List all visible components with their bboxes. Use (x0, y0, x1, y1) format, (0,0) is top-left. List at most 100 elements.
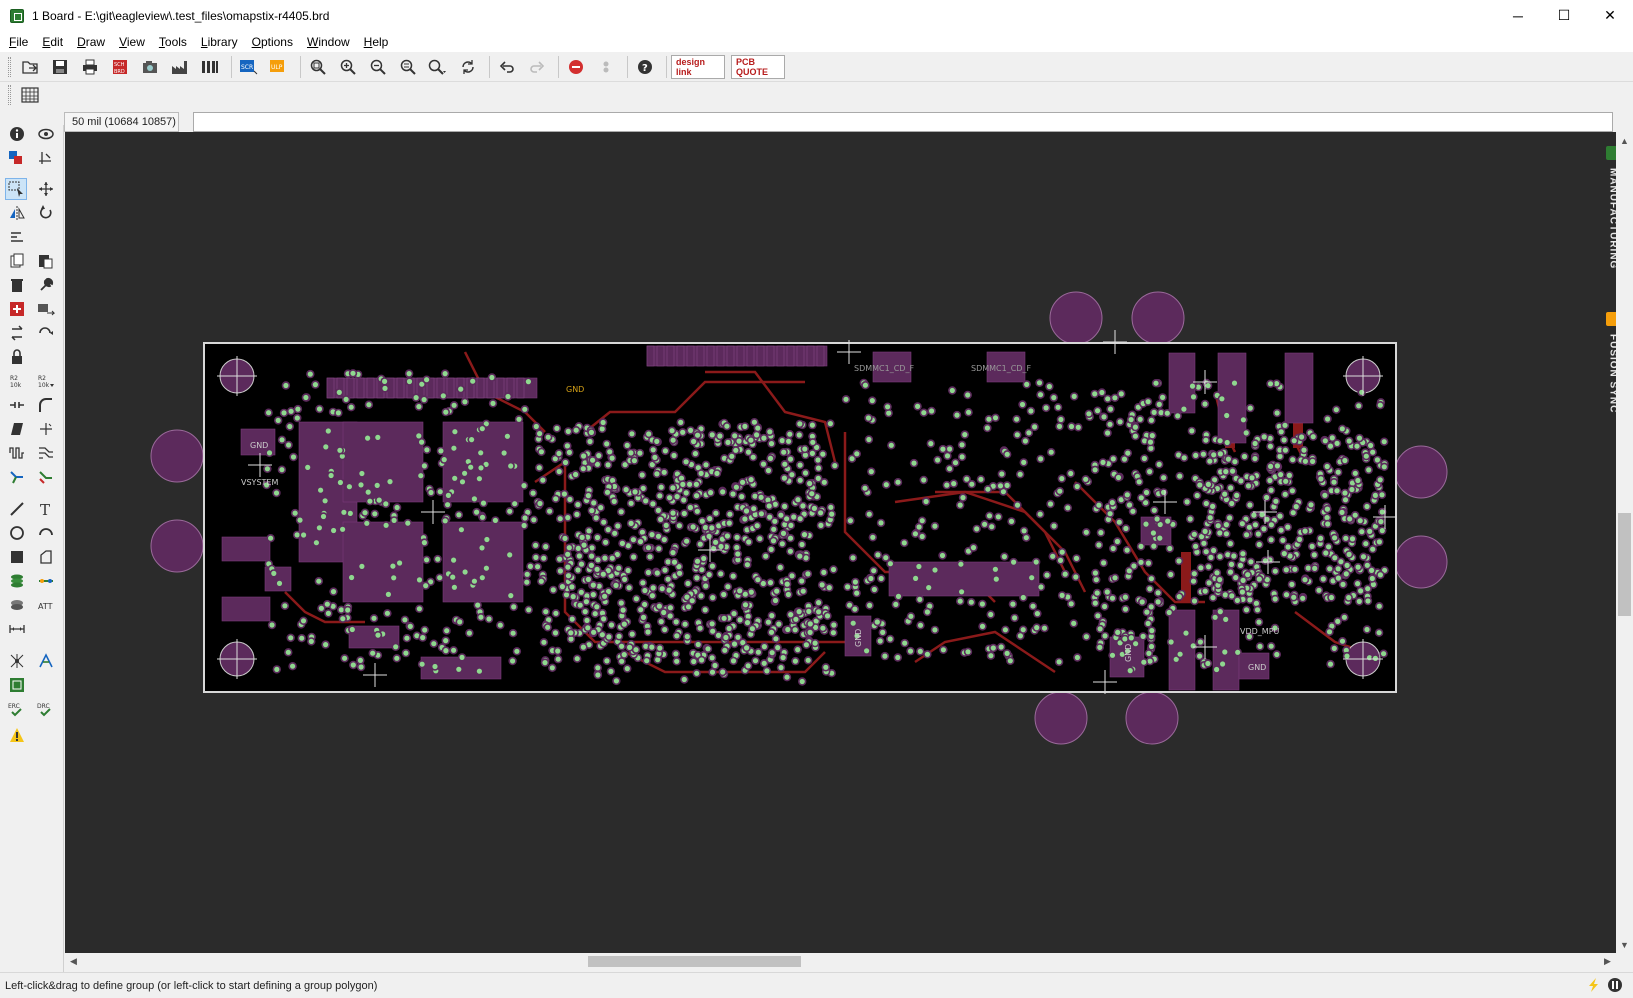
copy-icon[interactable] (6, 250, 28, 272)
pcb-quote-button[interactable]: PCB QUOTE (731, 54, 785, 79)
smash-icon[interactable] (35, 322, 57, 344)
signal-icon[interactable] (35, 570, 57, 592)
dimension-icon[interactable] (6, 618, 28, 640)
arc-icon[interactable] (35, 522, 57, 544)
layers-icon[interactable] (197, 55, 223, 79)
polygon-icon[interactable] (35, 546, 57, 568)
minimize-button[interactable]: ─ (1495, 0, 1541, 31)
text-icon[interactable]: T (35, 498, 57, 520)
go-icon[interactable] (593, 55, 619, 79)
warning-icon[interactable] (6, 724, 28, 746)
cam-icon[interactable] (137, 55, 163, 79)
route-multiple-icon[interactable] (35, 442, 57, 464)
optimize-icon[interactable] (35, 418, 57, 440)
delete-icon[interactable] (6, 274, 28, 296)
scroll-down-icon[interactable]: ▼ (1616, 936, 1633, 953)
rect-icon[interactable] (6, 546, 28, 568)
add-icon[interactable] (6, 298, 28, 320)
slice-icon[interactable] (6, 418, 28, 440)
vertical-scroll-thumb[interactable] (1618, 513, 1631, 616)
redo-icon[interactable] (524, 55, 550, 79)
save-icon[interactable] (47, 55, 73, 79)
vertical-scrollbar[interactable]: ▲ ▼ (1616, 132, 1633, 953)
show-icon[interactable] (35, 123, 57, 145)
sch-brd-icon[interactable]: SCH BRD (107, 55, 133, 79)
lock-icon[interactable] (6, 346, 28, 368)
line-icon[interactable] (6, 498, 28, 520)
circle-icon[interactable] (6, 522, 28, 544)
maximize-button[interactable]: ☐ (1541, 0, 1587, 31)
menu-edit[interactable]: Edit (35, 32, 70, 52)
move-icon[interactable] (35, 178, 57, 200)
board-icon[interactable] (6, 674, 28, 696)
scroll-up-icon[interactable]: ▲ (1616, 132, 1633, 149)
scroll-right-icon[interactable]: ▶ (1599, 953, 1616, 970)
value-icon[interactable]: R2 10k (35, 370, 57, 392)
toolbar-grip[interactable] (8, 56, 11, 77)
via (806, 608, 812, 614)
via-icon[interactable] (6, 570, 28, 592)
zoom-in-icon[interactable] (335, 55, 361, 79)
command-input[interactable] (193, 111, 1613, 132)
split-icon[interactable] (6, 394, 28, 416)
menu-draw[interactable]: Draw (70, 32, 112, 52)
change-icon[interactable] (35, 274, 57, 296)
menu-file[interactable]: File (2, 32, 35, 52)
refresh-icon[interactable] (455, 55, 481, 79)
rotate-icon[interactable] (35, 202, 57, 224)
name-icon[interactable]: R2 10k (6, 370, 28, 392)
hole-icon[interactable] (6, 594, 28, 616)
via (818, 522, 824, 528)
board-canvas[interactable]: GND GND VSYSTEM SDMMC1_CD_F SDMMC1_CD_F … (65, 132, 1592, 953)
scroll-left-icon[interactable]: ◀ (65, 953, 82, 970)
erc-icon[interactable]: ERC (6, 698, 28, 720)
via (690, 524, 696, 530)
align-icon[interactable] (6, 226, 28, 248)
route-icon[interactable] (6, 466, 28, 488)
attribute-icon[interactable]: ATT (35, 594, 57, 616)
display-layers-icon[interactable] (6, 147, 28, 169)
swap-icon[interactable] (6, 322, 28, 344)
menu-library[interactable]: Library (194, 32, 245, 52)
zoom-out-icon[interactable] (365, 55, 391, 79)
menu-help[interactable]: Help (357, 32, 396, 52)
ratsnest-icon[interactable] (6, 650, 28, 672)
lightning-icon[interactable] (1587, 977, 1601, 993)
via (525, 379, 531, 385)
stop-icon[interactable] (563, 55, 589, 79)
menu-options[interactable]: Options (245, 32, 300, 52)
close-button[interactable]: ✕ (1587, 0, 1633, 31)
designlink-button[interactable]: design link (671, 54, 725, 79)
miter-icon[interactable] (35, 394, 57, 416)
mark-icon[interactable] (35, 147, 57, 169)
group-icon[interactable] (5, 178, 27, 200)
menu-view[interactable]: View (112, 32, 152, 52)
info-icon[interactable] (6, 123, 28, 145)
horizontal-scroll-thumb[interactable] (588, 956, 801, 967)
zoom-fit-icon[interactable] (305, 55, 331, 79)
via (1150, 530, 1156, 536)
open-icon[interactable] (17, 55, 43, 79)
zoom-redraw-icon[interactable] (395, 55, 421, 79)
mirror-icon[interactable] (6, 202, 28, 224)
factory-icon[interactable] (167, 55, 193, 79)
meander-icon[interactable] (6, 442, 28, 464)
print-icon[interactable] (77, 55, 103, 79)
ripup-icon[interactable] (35, 466, 57, 488)
undo-icon[interactable] (494, 55, 520, 79)
zoom-select-icon[interactable] (425, 55, 451, 79)
menu-window[interactable]: Window (300, 32, 357, 52)
grid-icon[interactable] (17, 83, 43, 107)
ulp-icon[interactable]: ULP (266, 55, 292, 79)
help-icon[interactable]: ? (632, 55, 658, 79)
autorouter-icon[interactable] (35, 650, 57, 672)
replace-icon[interactable] (35, 298, 57, 320)
horizontal-scrollbar[interactable]: ◀ ▶ (65, 953, 1616, 970)
toolbar-grip[interactable] (8, 85, 11, 105)
stop-status-icon[interactable] (1607, 977, 1623, 993)
menu-tools[interactable]: Tools (152, 32, 194, 52)
paste-icon[interactable] (35, 250, 57, 272)
drc-icon[interactable]: DRC (35, 698, 57, 720)
script-icon[interactable]: SCR (236, 55, 262, 79)
via (340, 616, 346, 622)
